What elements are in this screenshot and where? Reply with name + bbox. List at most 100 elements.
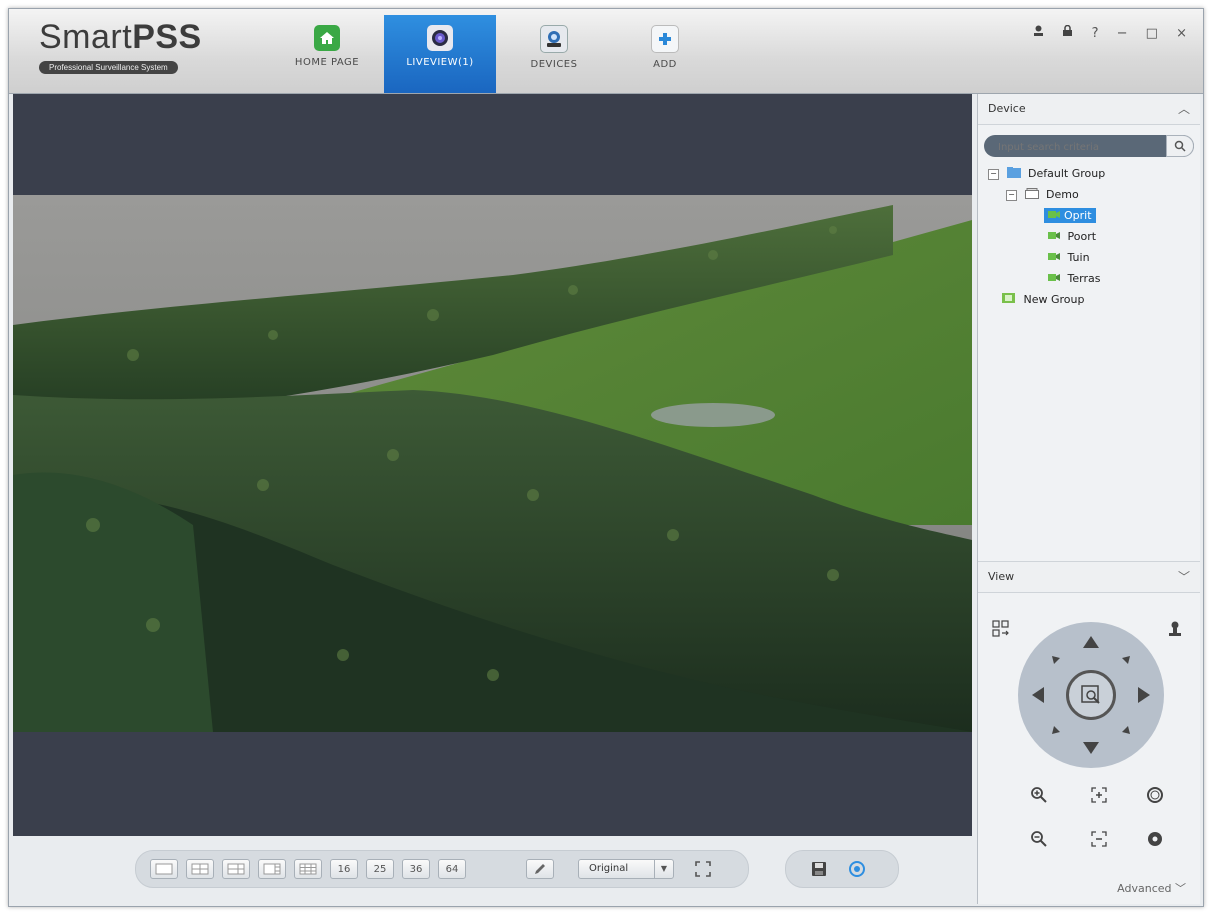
ptz-center-zoom-button[interactable] [1066,670,1116,720]
focus-near-icon[interactable] [1086,782,1112,808]
window-controls: ? − □ × [1019,24,1187,41]
video-area[interactable] [13,94,972,836]
user-icon[interactable] [1033,25,1048,41]
device-panel-header[interactable]: Device ︿ [978,94,1200,125]
layout-16-button[interactable]: 16 [330,859,358,879]
tab-label: ADD [653,59,677,70]
tab-liveview[interactable]: LIVEVIEW(1) [384,15,496,93]
dropdown-arrow-icon: ▼ [654,860,673,878]
help-button[interactable]: ? [1092,26,1099,41]
view-panel-title: View [988,570,1015,583]
tab-add[interactable]: ADD [609,15,721,93]
close-button[interactable]: × [1176,26,1187,41]
tree-channel-tuin[interactable]: Tuin [978,247,1200,268]
aspect-ratio-select[interactable]: Original ▼ [578,859,674,879]
save-icon[interactable] [806,856,832,882]
zoom-out-icon[interactable] [1026,826,1052,852]
custom-layout-edit-button[interactable] [526,859,554,879]
group-icon [1002,290,1016,311]
chevron-down-icon[interactable]: ﹀ [1178,562,1190,592]
camera-channel-icon [1048,227,1060,248]
tree-node-demo[interactable]: − Demo [978,184,1200,205]
camera-channel-icon [1048,206,1060,227]
ptz-user-icon[interactable] [1162,616,1188,642]
device-icon [540,25,568,53]
chevron-down-icon: ﹀ [1175,882,1186,895]
ptz-upright-arrow[interactable] [1122,656,1130,664]
layout-9-button[interactable] [294,859,322,879]
tree-channel-oprit[interactable]: Oprit [978,205,1200,226]
lock-icon[interactable] [1062,24,1077,41]
search-button[interactable] [1166,135,1194,157]
layout-switch-icon[interactable] [988,616,1014,642]
tree-label: Oprit [1064,209,1092,222]
tree-node-default-group[interactable]: − Default Group [978,163,1200,184]
ptz-downright-arrow[interactable] [1122,726,1130,734]
chevron-up-icon[interactable]: ︿ [1178,94,1190,124]
app-window: SmartPSS Professional Surveillance Syste… [8,8,1204,907]
fullscreen-icon[interactable] [690,856,716,882]
tree-channel-terras[interactable]: Terras [978,268,1200,289]
layout-25-button[interactable]: 25 [366,859,394,879]
tree-channel-poort[interactable]: Poort [978,226,1200,247]
ptz-right-arrow[interactable] [1138,687,1150,703]
focus-far-icon[interactable] [1086,826,1112,852]
zoom-in-icon[interactable] [1026,782,1052,808]
tree-label: Demo [1046,188,1079,201]
tab-devices[interactable]: DEVICES [498,15,610,93]
tree-label: Poort [1067,230,1097,243]
pencil-icon [535,864,545,874]
refresh-icon[interactable] [844,856,870,882]
camera-channel-icon [1048,269,1060,290]
tree-node-new-group[interactable]: New Group [978,289,1200,310]
title-bar: SmartPSS Professional Surveillance Syste… [9,9,1203,94]
ptz-left-arrow[interactable] [1032,687,1044,703]
ptz-upleft-arrow[interactable] [1052,656,1060,664]
ptz-joystick[interactable] [1018,622,1164,768]
camera-lens-icon [427,25,453,51]
plus-icon [651,25,679,53]
search-icon [1174,140,1186,152]
bottom-toolbar: 16 25 36 64 Original ▼ [13,836,972,904]
ptz-up-arrow[interactable] [1083,636,1099,648]
tab-label: DEVICES [530,59,578,70]
collapse-icon[interactable]: − [988,168,999,180]
tree-label: New Group [1023,293,1085,306]
ptz-downleft-arrow[interactable] [1052,726,1060,734]
ptz-control-panel: Advanced ﹀ [982,604,1196,904]
folder-icon [1006,164,1021,185]
layout-36-button[interactable]: 36 [402,859,430,879]
live-video-feed[interactable] [13,195,972,732]
view-panel-header[interactable]: View ﹀ [978,561,1200,593]
tab-label: HOME PAGE [294,57,360,68]
layout-64-button[interactable]: 64 [438,859,466,879]
app-logo: SmartPSS Professional Surveillance Syste… [39,19,249,74]
logo-subtitle: Professional Surveillance System [39,61,178,74]
minimize-button[interactable]: − [1117,26,1128,41]
advanced-label: Advanced [1117,882,1172,895]
logo-text: SmartPSS [39,18,202,56]
tab-home-page[interactable]: HOME PAGE [271,15,383,93]
camera-channel-icon [1048,248,1060,269]
ptz-down-arrow[interactable] [1083,742,1099,754]
layout-6-button[interactable] [222,859,250,879]
layout-button-group: 16 25 36 64 Original ▼ [135,850,749,888]
selected-channel[interactable]: Oprit [1044,208,1096,223]
right-sidebar: Device ︿ − Default Group − Demo Oprit [977,94,1200,904]
iris-open-icon[interactable] [1142,782,1168,808]
aspect-ratio-value: Original [589,863,629,874]
nvr-icon [1024,185,1039,206]
maximize-button[interactable]: □ [1146,26,1158,41]
layout-4-button[interactable] [186,859,214,879]
tree-label: Terras [1067,272,1101,285]
collapse-icon[interactable]: − [1006,189,1017,201]
tree-label: Tuin [1067,251,1090,264]
layout-1-button[interactable] [150,859,178,879]
device-tree: − Default Group − Demo Oprit Poort Tuin [978,163,1200,310]
home-icon [314,25,340,51]
search-input[interactable] [996,138,1160,156]
tree-label: Default Group [1028,167,1106,180]
layout-8-button[interactable] [258,859,286,879]
advanced-toggle[interactable]: Advanced ﹀ [1117,880,1186,896]
iris-close-icon[interactable] [1142,826,1168,852]
